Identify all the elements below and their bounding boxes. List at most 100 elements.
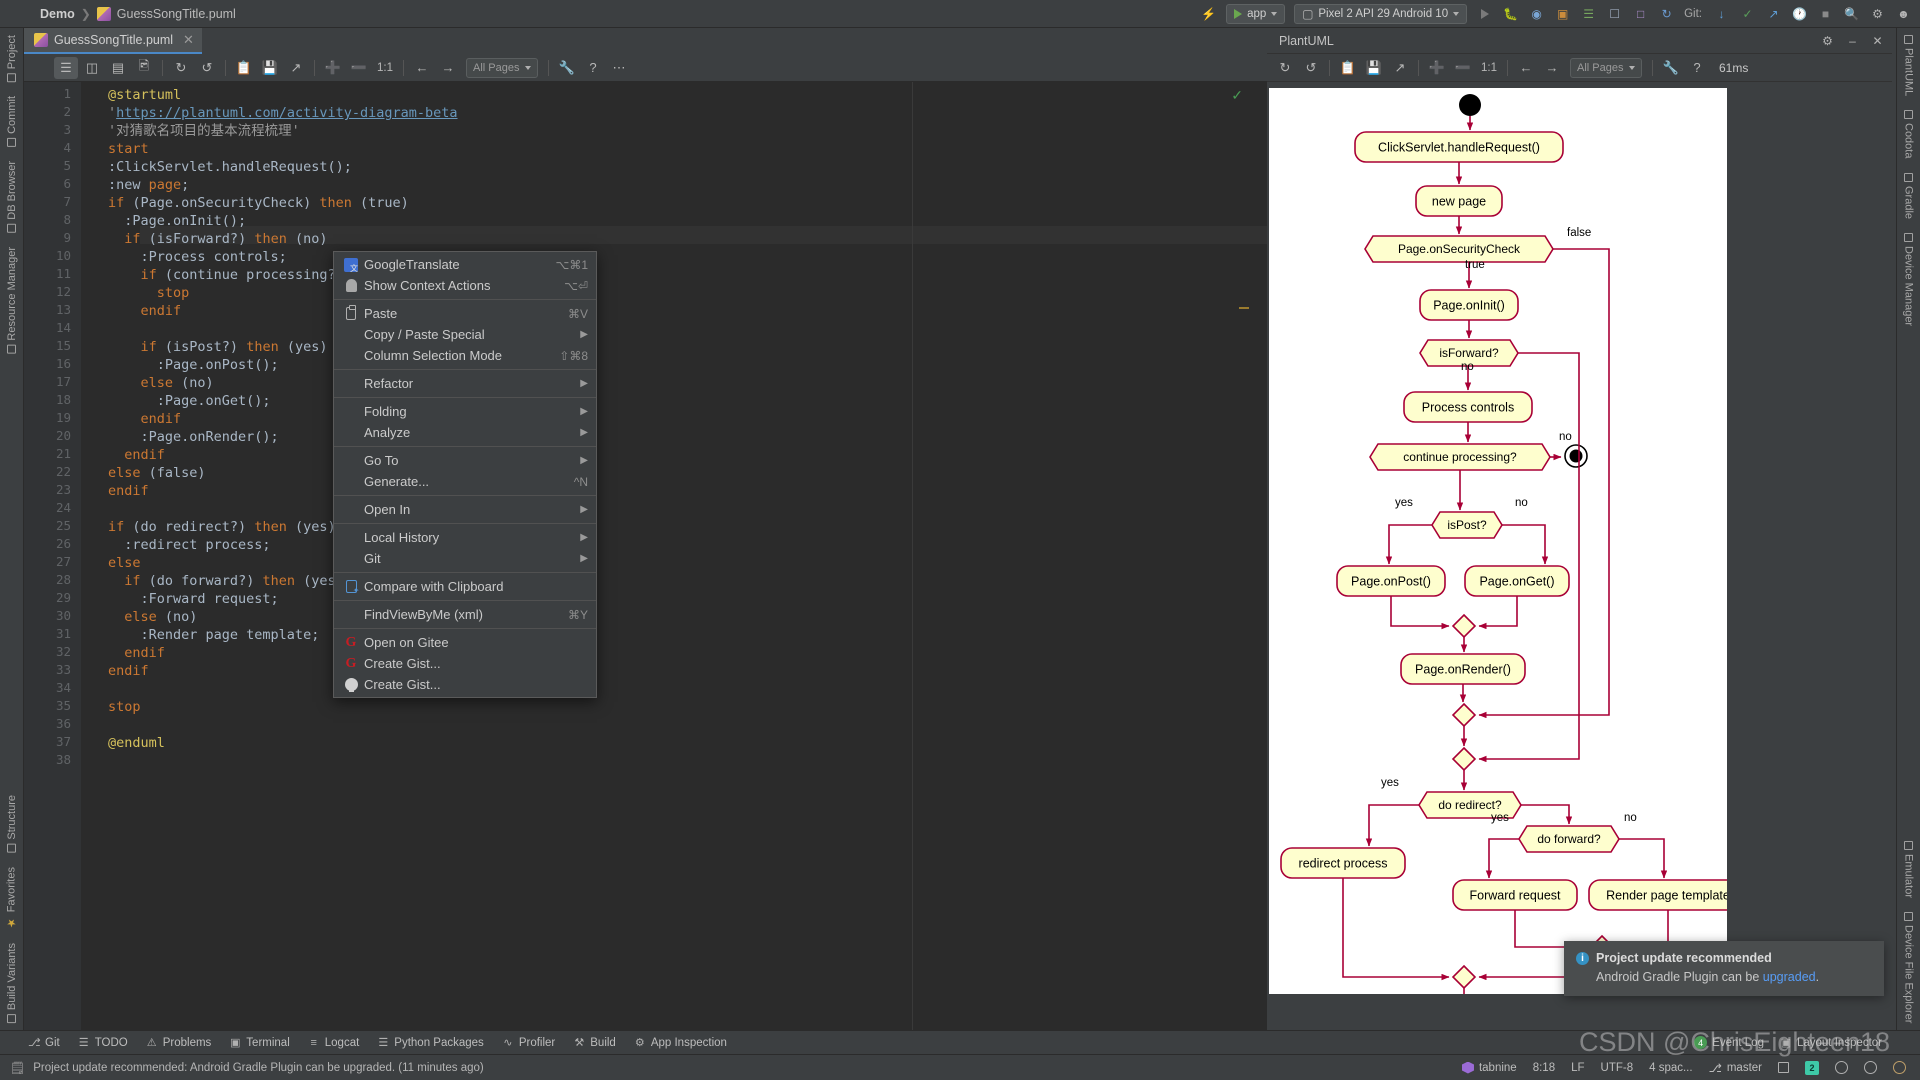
code-line[interactable]: else (no) [108, 374, 214, 392]
export-icon[interactable]: ↗ [1388, 57, 1412, 79]
menu-item-open-on-gitee[interactable]: G Open on Gitee [334, 632, 596, 653]
tool-terminal[interactable]: ▣ Terminal [229, 1036, 290, 1050]
code-editor[interactable]: 1 2 3 4 5 6 7 8 9 10 11 12 13 14 15 16 17 18 19 20 21 22 23 24 2… [24, 82, 1267, 1030]
menu-item-open-in[interactable]: Open In ▶ [334, 499, 596, 520]
menu-item-analyze[interactable]: Analyze ▶ [334, 422, 596, 443]
run-configuration-selector[interactable]: app [1226, 3, 1286, 24]
code-line[interactable]: start [108, 140, 149, 158]
nav-next-icon[interactable]: → [436, 57, 460, 79]
nav-prev-icon[interactable]: ← [410, 57, 434, 79]
close-icon[interactable]: ✕ [1869, 32, 1886, 49]
menu-item-paste[interactable]: Paste ⌘V [334, 303, 596, 324]
copy-icon[interactable]: 📋 [232, 57, 256, 79]
sidebar-item-emulator[interactable]: Emulator [1899, 834, 1919, 905]
more-icon[interactable]: ⋯ [607, 57, 631, 79]
code-line[interactable]: @startuml [108, 86, 181, 104]
menu-item-refactor[interactable]: Refactor ▶ [334, 373, 596, 394]
wrench-icon[interactable]: 🔧 [1659, 57, 1683, 79]
avd-manager-icon[interactable]: ☐ [1606, 5, 1623, 22]
code-line[interactable]: stop [108, 284, 190, 302]
code-line[interactable]: if (do forward?) then (yes) [108, 572, 343, 590]
code-line[interactable]: :Process controls; [108, 248, 287, 266]
git-commit-check-icon[interactable]: ✓ [1739, 5, 1756, 22]
device-selector[interactable]: ▢ Pixel 2 API 29 Android 10 [1294, 3, 1468, 24]
menu-item-git[interactable]: Git ▶ [334, 548, 596, 569]
sidebar-item-project[interactable]: Project [2, 28, 22, 89]
page-select[interactable]: All Pages [1570, 57, 1642, 78]
tool-event-log[interactable]: 4 Event Log [1694, 1036, 1764, 1049]
code-line[interactable]: '对猜歌名项目的基本流程梳理' [108, 122, 300, 140]
account-icon[interactable]: ☻ [1895, 5, 1912, 22]
git-push-icon[interactable]: ↗ [1765, 5, 1782, 22]
code-line[interactable]: :Page.onInit(); [108, 212, 246, 230]
save-icon[interactable]: 💾 [1362, 57, 1386, 79]
tool-git[interactable]: ⎇ Git [28, 1036, 60, 1050]
code-area[interactable]: @startuml'https://plantuml.com/activity-… [82, 82, 1267, 1030]
plantuml-canvas[interactable]: ClickServlet.handleRequest() new page Page… [1269, 88, 1890, 994]
refresh-icon[interactable]: ↻ [1273, 57, 1297, 79]
editor-context-menu[interactable]: GoogleTranslate ⌥⌘1 Show Context Actions ⌥⏎… [333, 251, 597, 698]
code-line[interactable]: if (isForward?) then (no) [108, 230, 327, 248]
sidebar-item-commit[interactable]: Commit [2, 89, 22, 154]
gear-icon[interactable]: ⚙ [1819, 32, 1836, 49]
sidebar-item-structure[interactable]: Structure [2, 788, 22, 860]
code-line[interactable]: :ClickServlet.handleRequest(); [108, 158, 352, 176]
menu-item-go-to[interactable]: Go To ▶ [334, 450, 596, 471]
menu-item-googletranslate[interactable]: GoogleTranslate ⌥⌘1 [334, 254, 596, 275]
zoom-ratio-label[interactable]: 1:1 [373, 62, 397, 74]
nav-prev-icon[interactable]: ← [1514, 57, 1538, 79]
zoom-out-icon[interactable]: ➖ [347, 57, 371, 79]
lightning-icon[interactable]: ⚡ [1200, 5, 1217, 22]
sidebar-item-codota[interactable]: Codota [1899, 103, 1919, 165]
sidebar-item-db-browser[interactable]: DB Browser [2, 154, 22, 240]
menu-item-findviewbyme-xml[interactable]: FindViewByMe (xml) ⌘Y [334, 604, 596, 625]
editor-marker[interactable] [1239, 307, 1249, 309]
layout-icon[interactable]: ▤ [106, 57, 130, 79]
attach-debugger-icon[interactable]: ▣ [1554, 5, 1571, 22]
merge-node[interactable] [1451, 964, 1477, 990]
code-line[interactable]: :redirect process; [108, 536, 270, 554]
breadcrumb-file[interactable]: GuessSongTitle.puml [117, 7, 236, 21]
close-icon[interactable]: ✕ [183, 32, 194, 48]
code-line[interactable]: endif [108, 662, 149, 680]
upgrade-link[interactable]: upgraded [1763, 970, 1816, 984]
merge-node[interactable] [1451, 613, 1477, 639]
code-line[interactable]: :Page.onGet(); [108, 392, 271, 410]
sidebar-item-gradle[interactable]: Gradle [1899, 166, 1919, 226]
indent-setting[interactable]: 4 spac... [1649, 1062, 1692, 1074]
sidebar-item-favorites[interactable]: ★ Favorites [1, 860, 22, 936]
menu-item-folding[interactable]: Folding ▶ [334, 401, 596, 422]
code-line[interactable]: if (Page.onSecurityCheck) then (true) [108, 194, 409, 212]
tab-guess-song-title[interactable]: GuessSongTitle.puml ✕ [24, 28, 202, 54]
menu-item-column-selection-mode[interactable]: Column Selection Mode ⇧⌘8 [334, 345, 596, 366]
code-line[interactable]: :Page.onPost(); [108, 356, 279, 374]
frowny-icon[interactable] [1864, 1061, 1877, 1074]
code-line[interactable]: if (do redirect?) then (yes) [108, 518, 336, 536]
code-line[interactable]: else [108, 554, 141, 572]
nav-next-icon[interactable]: → [1540, 57, 1564, 79]
help-icon[interactable]: ? [581, 57, 605, 79]
sidebar-item-build-variants[interactable]: Build Variants [2, 936, 22, 1030]
notification-icon[interactable]: 🗒 [10, 1061, 25, 1075]
smiley-icon[interactable] [1835, 1061, 1848, 1074]
menu-item-generate[interactable]: Generate... ^N [334, 471, 596, 492]
tool-logcat[interactable]: ≡ Logcat [308, 1037, 360, 1049]
code-line[interactable]: @enduml [108, 734, 165, 752]
notification-balloon[interactable]: i Project update recommended Android Gra… [1564, 941, 1884, 996]
sidebar-item-plantuml[interactable]: PlantUML [1899, 28, 1919, 103]
zoom-ratio-label[interactable]: 1:1 [1477, 62, 1501, 74]
settings-gear-icon[interactable]: ⚙ [1869, 5, 1886, 22]
debug-icon[interactable]: 🐛 [1502, 5, 1519, 22]
code-line[interactable]: else (false) [108, 464, 206, 482]
merge-node[interactable] [1451, 746, 1477, 772]
line-separator[interactable]: LF [1571, 1062, 1584, 1074]
code-line[interactable]: endif [108, 482, 149, 500]
device-manager-icon[interactable]: □ [1632, 5, 1649, 22]
menu-item-local-history[interactable]: Local History ▶ [334, 527, 596, 548]
wrench-icon[interactable]: 🔧 [555, 57, 579, 79]
sidebar-item-resource-manager[interactable]: Resource Manager [2, 240, 22, 361]
profile-icon[interactable]: ◉ [1528, 5, 1545, 22]
code-line[interactable]: 'https://plantuml.com/activity-diagram-b… [108, 104, 458, 122]
file-encoding[interactable]: UTF-8 [1601, 1062, 1634, 1074]
git-branch-indicator[interactable]: ⎇ master [1709, 1061, 1762, 1075]
